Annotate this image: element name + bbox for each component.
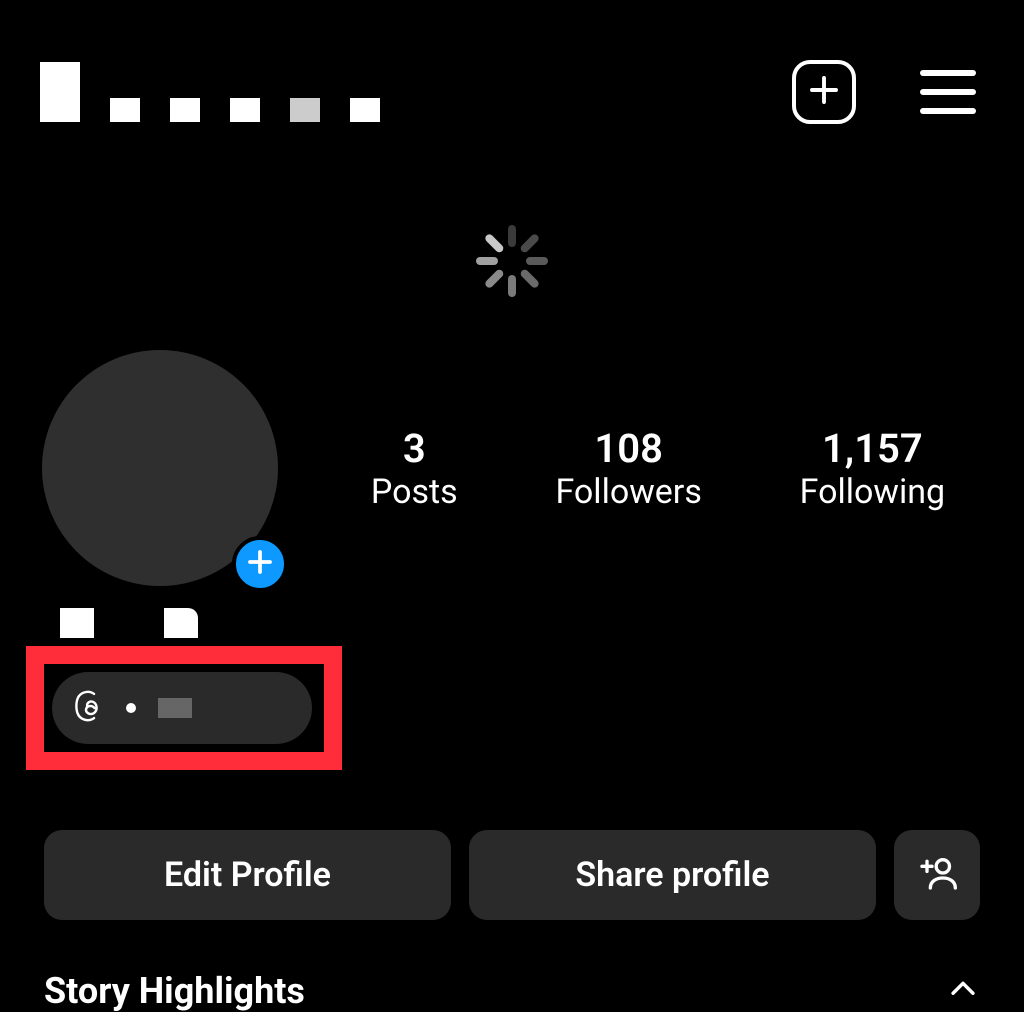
display-name-redacted — [60, 608, 198, 638]
stat-followers[interactable]: 108 Followers — [555, 425, 701, 512]
stat-count: 3 — [403, 425, 426, 472]
stat-label: Posts — [371, 472, 458, 512]
stat-posts[interactable]: 3 Posts — [371, 425, 458, 512]
chevron-up-icon — [946, 972, 980, 1010]
stat-count: 1,157 — [822, 425, 923, 472]
top-bar — [0, 0, 1024, 140]
stat-following[interactable]: 1,157 Following — [800, 425, 945, 512]
profile-actions: Edit Profile Share profile — [44, 830, 980, 920]
share-profile-button[interactable]: Share profile — [469, 830, 876, 920]
section-title: Story Highlights — [44, 970, 305, 1012]
stat-label: Followers — [555, 472, 701, 512]
stat-label: Following — [800, 472, 945, 512]
button-label: Share profile — [575, 855, 769, 895]
discover-people-button[interactable] — [894, 830, 980, 920]
create-button[interactable] — [792, 60, 856, 124]
username-redacted — [40, 62, 380, 122]
threads-icon — [70, 689, 104, 727]
button-label: Edit Profile — [164, 855, 331, 895]
menu-button[interactable] — [920, 70, 976, 114]
threads-badge[interactable] — [52, 672, 312, 744]
edit-profile-button[interactable]: Edit Profile — [44, 830, 451, 920]
add-story-button[interactable] — [232, 536, 288, 592]
add-user-icon — [917, 853, 957, 897]
profile-header: 3 Posts 108 Followers 1,157 Following — [0, 350, 1024, 586]
plus-icon — [245, 547, 275, 581]
loading-spinner-icon — [476, 225, 548, 297]
story-highlights-header[interactable]: Story Highlights — [44, 970, 980, 1012]
stat-count: 108 — [594, 425, 663, 472]
plus-icon — [806, 72, 842, 112]
